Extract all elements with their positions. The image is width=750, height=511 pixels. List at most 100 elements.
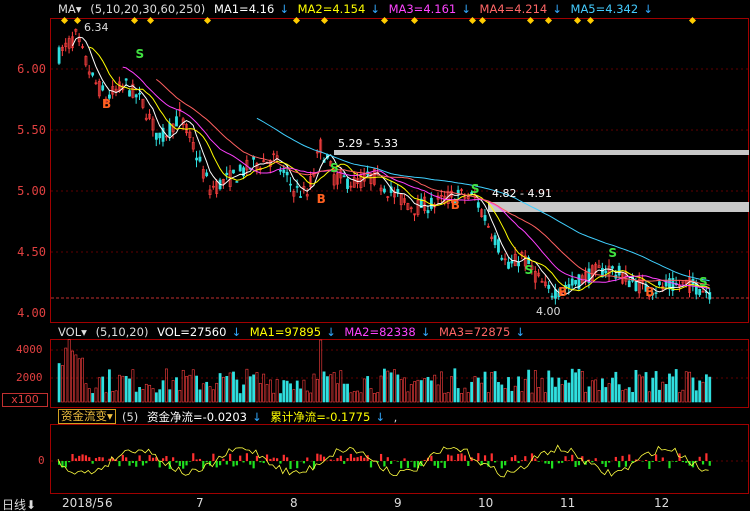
volume-bar <box>366 376 370 403</box>
event-diamond-icon <box>292 16 301 25</box>
flow-bar <box>423 459 426 461</box>
volume-bar <box>175 377 178 403</box>
volume-bar <box>547 370 551 403</box>
buy-signal-marker: B <box>558 285 567 299</box>
candle <box>346 178 349 189</box>
volume-bar <box>530 392 534 403</box>
buy-signal-marker: B <box>102 97 111 111</box>
flow-bar <box>547 461 550 464</box>
volume-bar <box>383 368 386 403</box>
flow-bar <box>282 454 285 461</box>
flow-bar <box>517 461 520 464</box>
flow-bar <box>172 457 175 461</box>
volume-bar <box>480 382 484 403</box>
volume-bar <box>688 371 692 403</box>
candle <box>483 215 487 221</box>
volume-bar <box>275 379 279 403</box>
volume-bar <box>570 368 574 403</box>
volume-bar <box>443 392 447 403</box>
volume-bar <box>332 372 336 403</box>
flow-bar <box>520 460 524 461</box>
volume-bar <box>181 369 185 403</box>
flow-bar <box>413 461 416 468</box>
flow-bar <box>121 454 124 461</box>
volume-bar <box>329 374 333 403</box>
flow-bar <box>701 461 705 465</box>
volume-bar <box>235 379 239 403</box>
volume-bar <box>319 339 323 403</box>
flow-bar <box>151 457 155 461</box>
volume-bar <box>544 392 547 403</box>
volume-bar <box>111 391 115 403</box>
flow-bar <box>390 461 393 464</box>
volume-bar <box>222 376 225 403</box>
volume-bar <box>560 384 564 403</box>
volume-bar <box>399 379 403 403</box>
flow-bar <box>514 455 517 461</box>
flow-bar <box>561 461 564 463</box>
flow-bar <box>343 461 346 464</box>
candle <box>429 197 433 209</box>
volume-bar <box>617 384 621 403</box>
flow-bar <box>148 455 151 461</box>
flow-bar <box>624 461 627 467</box>
candle <box>101 85 105 91</box>
volume-bar <box>141 389 145 403</box>
event-diamond-icon <box>478 16 487 25</box>
flow-bar <box>537 461 540 462</box>
volume-bar <box>138 387 141 403</box>
flow-bar <box>450 455 453 461</box>
volume-bar <box>550 377 554 403</box>
volume-bar <box>446 392 450 403</box>
flow-bar <box>222 458 225 461</box>
event-diamond-icon <box>203 16 212 25</box>
flow-bar <box>403 458 406 461</box>
flow-bar <box>644 459 648 461</box>
flow-bar <box>101 457 104 461</box>
volume-bar <box>289 383 292 403</box>
volume-bar <box>604 387 608 403</box>
flow-bar <box>379 453 383 461</box>
volume-bar <box>476 377 480 403</box>
flow-bar <box>279 461 282 464</box>
candle <box>205 172 209 177</box>
buy-signal-marker: B <box>451 198 460 212</box>
candle <box>289 183 292 186</box>
flow-bar <box>232 461 235 467</box>
volume-bar <box>704 374 708 403</box>
event-diamond-icon <box>380 16 389 25</box>
candle <box>658 281 661 286</box>
flow-bar <box>276 458 279 461</box>
candle <box>195 157 199 161</box>
flow-bar <box>128 461 131 466</box>
volume-bar <box>57 363 61 403</box>
volume-bar <box>322 371 326 403</box>
flow-bar <box>138 455 141 461</box>
volume-bar <box>215 382 219 403</box>
candle <box>507 261 510 269</box>
flow-bar <box>215 461 218 468</box>
volume-bar <box>336 383 339 403</box>
volume-bar <box>242 384 245 403</box>
volume-bar <box>369 388 373 403</box>
volume-bar <box>450 376 453 403</box>
flow-bar <box>145 461 148 464</box>
flow-bar <box>78 455 81 461</box>
volume-bar <box>185 376 188 403</box>
candle <box>342 175 346 178</box>
candle <box>134 94 138 98</box>
flow-bar <box>84 455 88 461</box>
event-diamond-icon <box>468 16 477 25</box>
flow-bar <box>262 461 265 464</box>
gap-zone-1 <box>334 150 749 155</box>
flow-bar <box>91 461 94 464</box>
volume-bar <box>309 392 313 403</box>
kline-chart[interactable]: BB BB BSSSSSS <box>0 0 750 511</box>
gap-zone-2 <box>488 202 749 212</box>
buy-signal-marker: B <box>645 285 654 299</box>
volume-bar <box>188 374 192 403</box>
flow-bar <box>359 455 363 461</box>
flow-bar <box>212 453 215 461</box>
candle <box>500 257 504 260</box>
flow-bar <box>400 461 403 469</box>
